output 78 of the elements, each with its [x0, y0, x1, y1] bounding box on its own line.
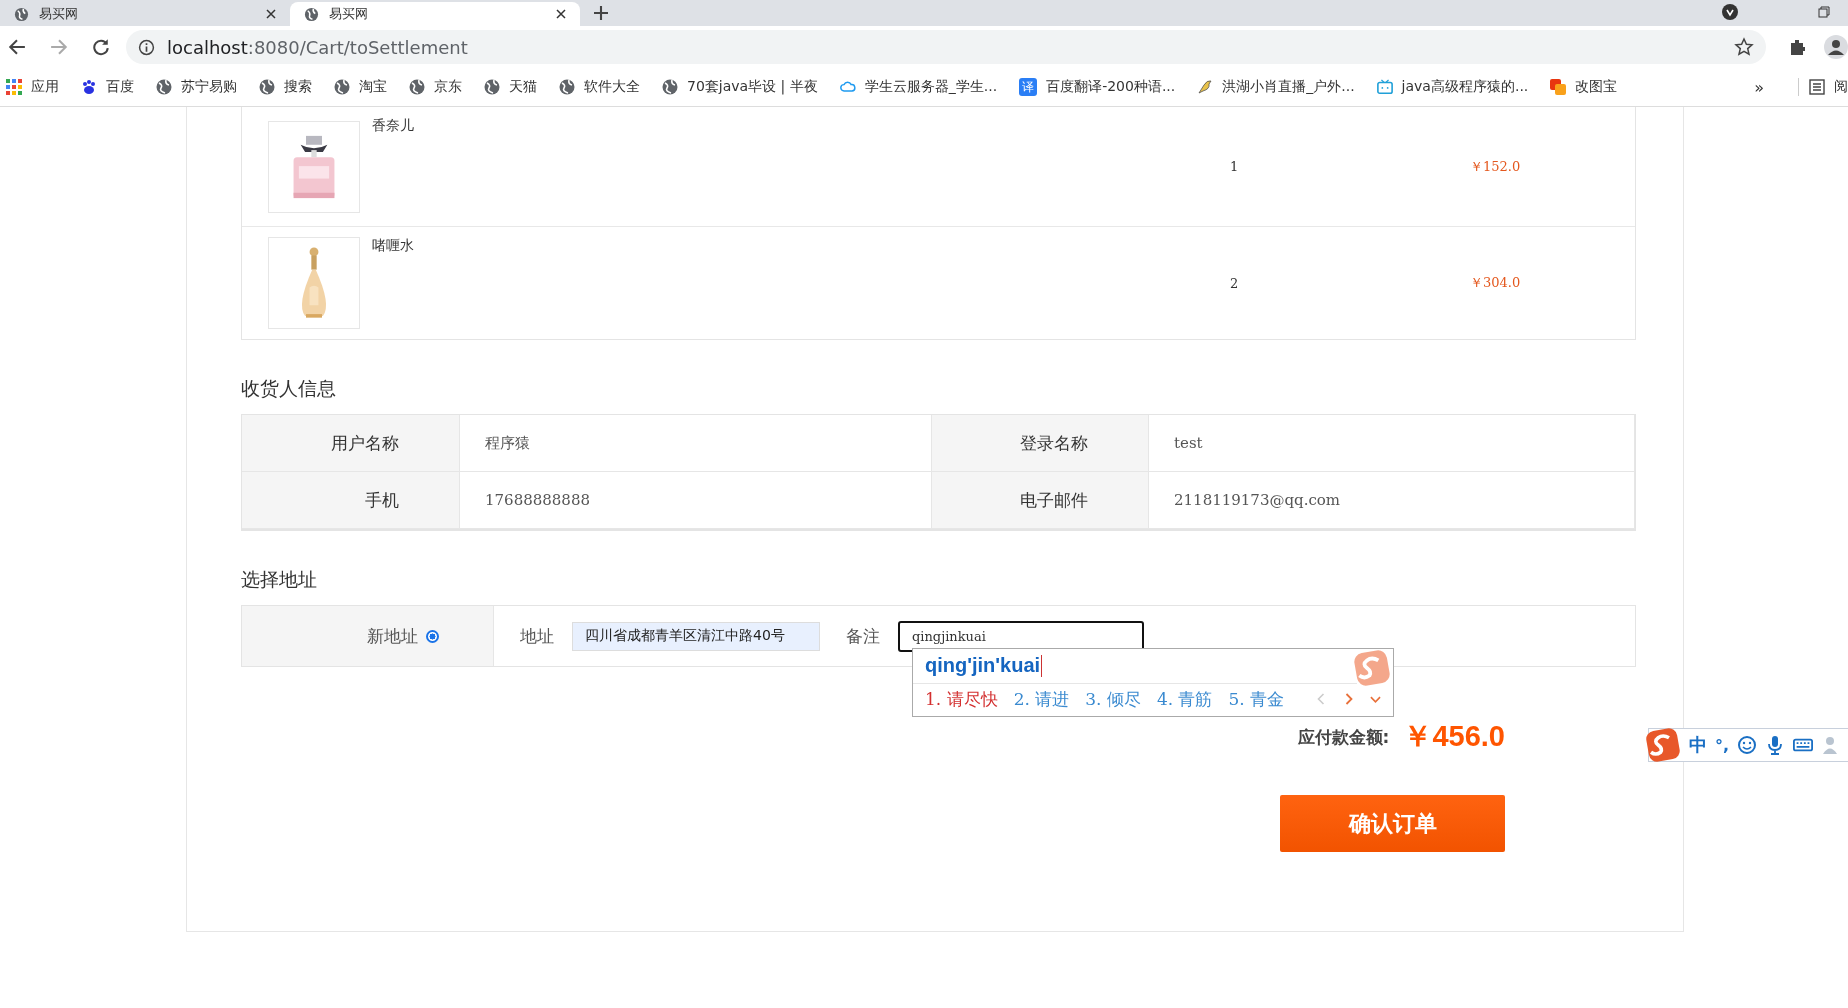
- bookmark[interactable]: 70套java毕设 | 半夜: [662, 78, 818, 96]
- product-price: ￥304.0: [1470, 274, 1521, 292]
- globe-icon: [409, 79, 425, 95]
- section-title: 选择地址: [241, 567, 318, 592]
- new-tab-icon[interactable]: [594, 6, 608, 20]
- globe-icon: [334, 79, 350, 95]
- more-bookmarks-button[interactable]: »: [1754, 77, 1764, 97]
- input-mode-toggle[interactable]: 中: [1689, 733, 1707, 757]
- smiley-icon[interactable]: [1737, 735, 1758, 755]
- ime-candidate[interactable]: 1. 请尽快: [925, 687, 998, 711]
- globe-icon: [484, 79, 500, 95]
- total-amount: ￥456.0: [1403, 719, 1505, 754]
- field-value: test: [1149, 415, 1635, 472]
- globe-icon: [662, 79, 678, 95]
- product-quantity: 2: [1230, 275, 1240, 291]
- bookmark[interactable]: 搜索: [259, 78, 312, 96]
- note-label: 备注: [846, 624, 880, 648]
- reload-icon[interactable]: [92, 38, 110, 56]
- bookmark[interactable]: 淘宝: [334, 78, 387, 96]
- bookmark[interactable]: 洪湖小肖直播_户外...: [1197, 78, 1355, 96]
- url-text: localhost:8080/Cart/toSettlement: [167, 36, 468, 58]
- globe-icon: [559, 79, 575, 95]
- bookmark[interactable]: 京东: [409, 78, 462, 96]
- translate-icon: 译: [1019, 78, 1038, 96]
- address-field[interactable]: 四川省成都青羊区清江中路40号: [572, 621, 820, 651]
- ime-candidate[interactable]: 2. 请进: [1013, 687, 1070, 711]
- back-icon[interactable]: [8, 38, 26, 56]
- browser-tab[interactable]: 易买网: [0, 2, 290, 26]
- ime-candidate[interactable]: 3. 倾尽: [1085, 687, 1141, 711]
- field-value: 程序猿: [460, 415, 932, 472]
- globe-icon: [14, 6, 29, 22]
- bookmark[interactable]: 学生云服务器_学生...: [839, 78, 998, 96]
- bookmark[interactable]: java高级程序猿的...: [1376, 78, 1529, 96]
- sogou-logo-icon[interactable]: [1645, 727, 1681, 763]
- field-value: 2118119173@qq.com: [1149, 472, 1635, 529]
- bookmark[interactable]: 改图宝: [1550, 78, 1618, 96]
- product-price: ￥152.0: [1470, 157, 1521, 176]
- address-bar[interactable]: localhost:8080/Cart/toSettlement: [126, 30, 1766, 64]
- browser-tab[interactable]: 易买网: [290, 2, 580, 26]
- list-icon: [1809, 79, 1825, 95]
- close-icon[interactable]: [266, 9, 276, 19]
- profile-icon[interactable]: [1824, 35, 1848, 59]
- restore-icon[interactable]: [1818, 6, 1830, 18]
- bookmark[interactable]: 百度: [81, 78, 134, 96]
- cloud-icon: [839, 79, 856, 95]
- field-label: 手机: [242, 472, 460, 529]
- punctuation-toggle[interactable]: °,: [1715, 735, 1730, 755]
- close-icon[interactable]: [556, 9, 566, 19]
- star-icon[interactable]: [1734, 37, 1754, 57]
- squares-icon: [1550, 79, 1567, 95]
- bookmark[interactable]: 译 百度翻译-200种语...: [1019, 78, 1176, 96]
- total-label: 应付款金额:: [1297, 725, 1390, 749]
- ime-candidate[interactable]: 4. 青筋: [1156, 687, 1213, 711]
- bookmark[interactable]: 应用: [6, 78, 59, 96]
- tv-icon: [1376, 79, 1393, 95]
- next-icon[interactable]: [1343, 693, 1355, 705]
- apps-grid-icon: [6, 79, 22, 95]
- field-label: 登录名称: [932, 415, 1149, 472]
- field-value: 17688888888: [460, 472, 932, 529]
- bookmark[interactable]: 苏宁易购: [156, 78, 237, 96]
- new-address-radio[interactable]: 新地址: [367, 624, 439, 648]
- product-name: 香奈儿: [372, 117, 415, 135]
- globe-icon: [304, 6, 319, 22]
- section-title: 收货人信息: [241, 376, 337, 401]
- bookmark[interactable]: 软件大全: [559, 78, 640, 96]
- puzzle-icon[interactable]: [1788, 37, 1808, 57]
- field-label: 电子邮件: [932, 472, 1149, 529]
- globe-icon: [156, 79, 172, 95]
- product-name: 啫喱水: [372, 237, 415, 255]
- product-quantity: 1: [1230, 159, 1240, 174]
- field-label: 用户名称: [242, 415, 460, 472]
- reading-list-button[interactable]: 阅: [1798, 78, 1848, 96]
- ime-candidate[interactable]: 5. 青金: [1228, 687, 1285, 711]
- address-label: 地址: [520, 624, 554, 648]
- paw-icon: [81, 79, 97, 95]
- globe-icon: [259, 79, 275, 95]
- info-icon: [138, 38, 155, 56]
- bookmark[interactable]: 天猫: [484, 78, 537, 96]
